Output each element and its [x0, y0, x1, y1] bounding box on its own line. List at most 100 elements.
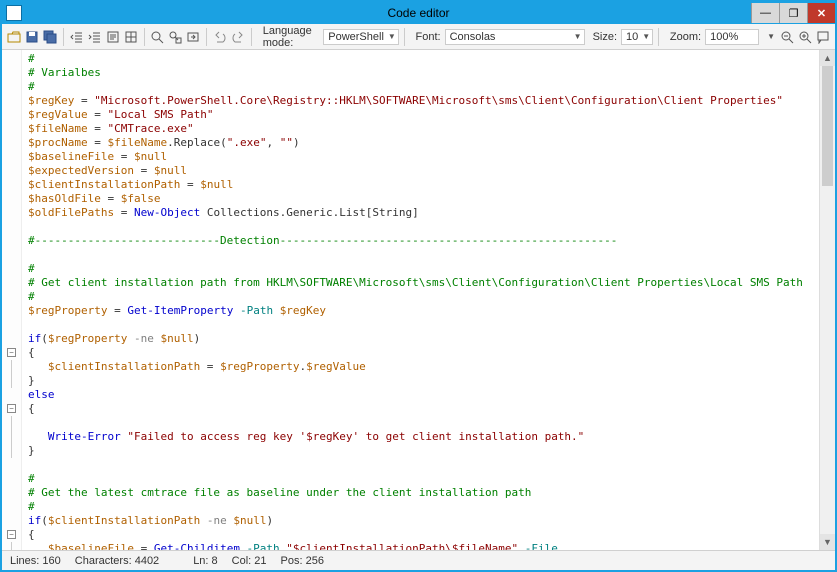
scroll-up-icon[interactable]: ▲ [820, 50, 835, 66]
separator [404, 28, 405, 46]
fold-guide [11, 542, 12, 550]
comment-icon[interactable] [815, 28, 831, 46]
chevron-down-icon: ▼ [388, 32, 396, 41]
undo-icon[interactable] [212, 28, 228, 46]
separator [206, 28, 207, 46]
font-value: Consolas [450, 31, 496, 43]
language-mode-dropdown[interactable]: PowerShell ▼ [323, 29, 399, 45]
code-line[interactable]: else [28, 388, 819, 402]
scroll-down-icon[interactable]: ▼ [820, 534, 835, 550]
code-line[interactable]: $regValue = "Local SMS Path" [28, 108, 819, 122]
code-line[interactable]: # Get the latest cmtrace file as baselin… [28, 486, 819, 500]
zoomout-icon[interactable] [779, 28, 795, 46]
code-line[interactable]: $procName = $fileName.Replace(".exe", ""… [28, 136, 819, 150]
code-line[interactable]: # [28, 52, 819, 66]
status-ln: Ln: 8 [193, 555, 217, 567]
size-dropdown[interactable]: 10 ▼ [621, 29, 653, 45]
separator [658, 28, 659, 46]
code-line[interactable]: # [28, 80, 819, 94]
redo-icon[interactable] [230, 28, 246, 46]
zoomin-icon[interactable] [797, 28, 813, 46]
outdent-icon[interactable] [69, 28, 85, 46]
code-line[interactable]: $clientInstallationPath = $regProperty.$… [28, 360, 819, 374]
save-icon[interactable] [24, 28, 40, 46]
saveall-icon[interactable] [42, 28, 58, 46]
grid-icon[interactable] [123, 28, 139, 46]
format-icon[interactable] [105, 28, 121, 46]
code-line[interactable] [28, 458, 819, 472]
code-line[interactable]: if($regProperty -ne $null) [28, 332, 819, 346]
vertical-scrollbar[interactable]: ▲ ▼ [819, 50, 835, 550]
open-icon[interactable] [6, 28, 22, 46]
toolbar: Language mode: PowerShell ▼ Font: Consola… [2, 24, 835, 50]
code-line[interactable]: $fileName = "CMTrace.exe" [28, 122, 819, 136]
code-line[interactable]: } [28, 374, 819, 388]
font-label: Font: [416, 31, 441, 43]
code-line[interactable]: { [28, 346, 819, 360]
language-mode-value: PowerShell [328, 31, 384, 43]
fold-guide [11, 360, 12, 388]
minimize-button[interactable]: — [751, 3, 779, 23]
goto-icon[interactable] [185, 28, 201, 46]
code-line[interactable]: Write-Error "Failed to access reg key '$… [28, 430, 819, 444]
window-title: Code editor [2, 6, 835, 20]
code-line[interactable]: $clientInstallationPath = $null [28, 178, 819, 192]
indent-icon[interactable] [87, 28, 103, 46]
code-line[interactable] [28, 318, 819, 332]
code-line[interactable]: $hasOldFile = $false [28, 192, 819, 206]
app-icon [6, 5, 22, 21]
separator [251, 28, 252, 46]
code-line[interactable] [28, 220, 819, 234]
code-line[interactable]: # Varialbes [28, 66, 819, 80]
chevron-down-icon: ▼ [574, 32, 582, 41]
zoom-value: 100% [705, 29, 759, 45]
chevron-down-icon: ▼ [642, 32, 650, 41]
code-line[interactable]: # Get client installation path from HKLM… [28, 276, 819, 290]
status-pos: Pos: 256 [281, 555, 324, 567]
language-mode-label: Language mode: [263, 25, 320, 49]
separator [63, 28, 64, 46]
maximize-button[interactable]: ❐ [779, 3, 807, 23]
code-area[interactable]: ## Varialbes#$regKey = "Microsoft.PowerS… [22, 50, 819, 550]
code-line[interactable]: $regProperty = Get-ItemProperty -Path $r… [28, 304, 819, 318]
code-line[interactable]: { [28, 528, 819, 542]
code-line[interactable]: # [28, 262, 819, 276]
status-lines: Lines: 160 [10, 555, 61, 567]
code-line[interactable]: #----------------------------Detection--… [28, 234, 819, 248]
fold-toggle[interactable]: − [7, 348, 16, 357]
fold-gutter[interactable]: −−−−−− [2, 50, 22, 550]
code-line[interactable] [28, 416, 819, 430]
code-line[interactable]: $baselineFile = $null [28, 150, 819, 164]
font-dropdown[interactable]: Consolas ▼ [445, 29, 585, 45]
replace-icon[interactable] [167, 28, 183, 46]
scroll-thumb[interactable] [822, 66, 833, 186]
editor[interactable]: −−−−−− ## Varialbes#$regKey = "Microsoft… [2, 50, 835, 550]
status-col: Col: 21 [232, 555, 267, 567]
code-line[interactable]: { [28, 402, 819, 416]
code-line[interactable]: if($clientInstallationPath -ne $null) [28, 514, 819, 528]
code-line[interactable]: $expectedVersion = $null [28, 164, 819, 178]
size-label: Size: [593, 31, 617, 43]
statusbar: Lines: 160 Characters: 4402 Ln: 8 Col: 2… [2, 550, 835, 570]
code-line[interactable]: # [28, 472, 819, 486]
code-line[interactable] [28, 248, 819, 262]
window-buttons: — ❐ ✕ [751, 3, 835, 23]
code-line[interactable]: # [28, 290, 819, 304]
fold-toggle[interactable]: − [7, 530, 16, 539]
size-value: 10 [626, 31, 638, 43]
close-button[interactable]: ✕ [807, 3, 835, 23]
code-line[interactable]: $oldFilePaths = New-Object Collections.G… [28, 206, 819, 220]
zoom-caret[interactable]: ▼ [767, 32, 775, 41]
titlebar[interactable]: Code editor — ❐ ✕ [2, 2, 835, 24]
separator [144, 28, 145, 46]
code-line[interactable]: # [28, 500, 819, 514]
code-line[interactable]: } [28, 444, 819, 458]
fold-guide [11, 416, 12, 458]
status-characters: Characters: 4402 [75, 555, 159, 567]
zoom-label: Zoom: [670, 31, 701, 43]
code-line[interactable]: $baselineFile = Get-Childitem -Path "$cl… [28, 542, 819, 550]
window: Code editor — ❐ ✕ Language mode: PowerSh… [0, 0, 837, 572]
code-line[interactable]: $regKey = "Microsoft.PowerShell.Core\Reg… [28, 94, 819, 108]
fold-toggle[interactable]: − [7, 404, 16, 413]
search-icon[interactable] [149, 28, 165, 46]
